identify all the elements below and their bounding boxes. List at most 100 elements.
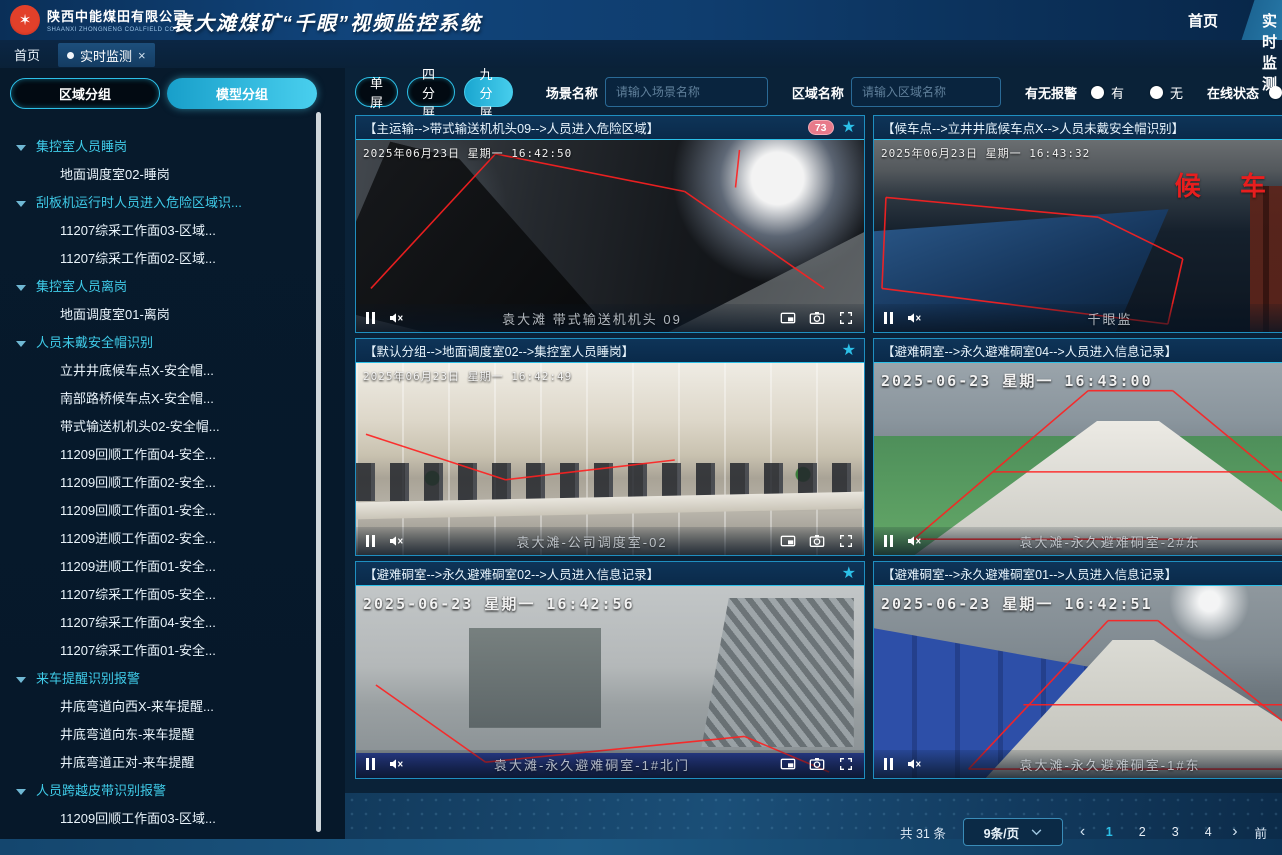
area-name-input[interactable] — [851, 77, 1001, 107]
nav-home[interactable]: 首页 — [1188, 10, 1218, 31]
main-content: 单屏四分屏九分屏 场景名称 区域名称 有无报警 有无 在线状态 【主运输-->带… — [345, 68, 1282, 855]
video-controls-bar: 袁大滩-永久避难硐室-1#北门 — [356, 750, 864, 778]
radio-circle-icon[interactable] — [1150, 86, 1163, 99]
page-number[interactable]: 2 — [1135, 825, 1149, 839]
fullscreen-icon[interactable] — [838, 310, 854, 326]
caret-down-icon — [16, 677, 26, 683]
tree-camera-item[interactable]: 南部路桥候车点X-安全帽... — [0, 385, 316, 413]
video-frame[interactable]: 2025年06月23日 星期一 16:43:32 候 车 千眼监 — [874, 140, 1282, 332]
tree-camera-item[interactable]: 11209回顺工作面04-安全... — [0, 441, 316, 469]
video-controls-bar: 千眼监 — [874, 304, 1282, 332]
pause-icon[interactable] — [366, 758, 375, 770]
page-number[interactable]: 3 — [1168, 825, 1182, 839]
company-name: 陕西中能煤田有限公司 — [47, 6, 191, 25]
tree-camera-item[interactable]: 11207综采工作面03-区域... — [0, 217, 316, 245]
tab-label: 实时监测 — [80, 46, 132, 65]
pause-icon[interactable] — [366, 312, 375, 324]
alarm-radio-option[interactable]: 无 — [1150, 83, 1183, 102]
tab-home[interactable]: 首页 — [14, 45, 40, 64]
muted-speaker-icon[interactable] — [388, 533, 404, 549]
fullscreen-icon[interactable] — [838, 533, 854, 549]
tree-camera-item[interactable]: 11207综采工作面02-区域... — [0, 245, 316, 273]
record-icon[interactable] — [780, 533, 796, 549]
screen-split-buttons: 单屏四分屏九分屏 — [355, 77, 522, 107]
muted-speaker-icon[interactable] — [388, 756, 404, 772]
scene-name-input[interactable] — [605, 77, 768, 107]
screen-split-button[interactable]: 单屏 — [355, 77, 398, 107]
page-size-select[interactable]: 9条/页 — [963, 818, 1063, 846]
screen-split-button[interactable]: 九分屏 — [464, 77, 512, 107]
tree-group-header[interactable]: 人员未戴安全帽识别 — [0, 329, 316, 357]
video-title-bar: 【默认分组-->地面调度室02-->集控室人员睡岗】 ★ — [356, 339, 864, 363]
caret-down-icon — [16, 145, 26, 151]
tree-group-header[interactable]: 来车提醒识别报警 — [0, 665, 316, 693]
tree-group-header[interactable]: 刮板机运行时人员进入危险区域识... — [0, 189, 316, 217]
tab-region-group[interactable]: 区域分组 — [10, 78, 160, 109]
pause-icon[interactable] — [884, 535, 893, 547]
video-title: 【候车点-->立井井底候车点X-->人员未戴安全帽识别】 — [882, 118, 1282, 137]
camera-osd-label: 袁大滩-永久避难硐室-2#东 — [935, 532, 1282, 551]
camera-snapshot-icon[interactable] — [809, 533, 825, 549]
video-cell: 【候车点-->立井井底候车点X-->人员未戴安全帽识别】 ★ 2025年06月2… — [873, 115, 1282, 333]
tree-camera-item[interactable]: 11209回顺工作面02-安全... — [0, 469, 316, 497]
video-frame[interactable]: 2025-06-23 星期一 16:43:00 袁大滩-永久避难硐室-2#东 — [874, 363, 1282, 555]
tab-realtime-monitor[interactable]: 实时监测 × — [58, 43, 155, 67]
favorite-star-icon[interactable]: ★ — [842, 343, 856, 359]
company-logo-icon: ✶ — [10, 5, 40, 35]
tree-camera-item[interactable]: 11209回顺工作面01-安全... — [0, 497, 316, 525]
video-timestamp: 2025-06-23 星期一 16:43:00 — [881, 370, 1153, 391]
pause-icon[interactable] — [884, 758, 893, 770]
tree-camera-item[interactable]: 11207综采工作面04-安全... — [0, 609, 316, 637]
tree-camera-item[interactable]: 11207综采工作面01-安全... — [0, 637, 316, 665]
company-block: 陕西中能煤田有限公司 SHAANXI ZHONGNENG COALFIELD C… — [47, 6, 191, 33]
pause-icon[interactable] — [366, 535, 375, 547]
fullscreen-icon[interactable] — [838, 756, 854, 772]
video-timestamp: 2025-06-23 星期一 16:42:51 — [881, 593, 1153, 614]
video-frame[interactable]: 2025-06-23 星期一 16:42:56 袁大滩-永久避难硐室-1#北门 — [356, 586, 864, 778]
video-controls-bar: 袁大滩-公司调度室-02 — [356, 527, 864, 555]
muted-speaker-icon[interactable] — [388, 310, 404, 326]
pause-icon[interactable] — [884, 312, 893, 324]
video-title: 【默认分组-->地面调度室02-->集控室人员睡岗】 — [364, 341, 834, 360]
tree-group-header[interactable]: 集控室人员离岗 — [0, 273, 316, 301]
tree-camera-item[interactable]: 井底弯道向西X-来车提醒... — [0, 693, 316, 721]
sidebar-scrollbar[interactable] — [316, 112, 321, 832]
tree-group-header[interactable]: 集控室人员睡岗 — [0, 133, 316, 161]
camera-osd-label: 袁大滩-公司调度室-02 — [417, 532, 767, 551]
page-number[interactable]: 1 — [1102, 825, 1116, 839]
alarm-radio-group: 有无 — [1091, 83, 1183, 102]
tab-close-icon[interactable]: × — [138, 48, 146, 63]
tree-camera-item[interactable]: 11209进顺工作面01-安全... — [0, 553, 316, 581]
next-page-button[interactable]: › — [1232, 823, 1237, 841]
tree-camera-item[interactable]: 11209回顺工作面03-区域... — [0, 805, 316, 833]
tree-camera-item[interactable]: 立井井底候车点X-安全帽... — [0, 357, 316, 385]
muted-speaker-icon[interactable] — [906, 756, 922, 772]
record-icon[interactable] — [780, 756, 796, 772]
tree-camera-item[interactable]: 井底弯道向东-来车提醒 — [0, 721, 316, 749]
muted-speaker-icon[interactable] — [906, 310, 922, 326]
tree-camera-item[interactable]: 地面调度室02-睡岗 — [0, 161, 316, 189]
nav-realtime-monitor[interactable]: 实时监测 — [1262, 10, 1282, 94]
page-number[interactable]: 4 — [1201, 825, 1215, 839]
tree-camera-item[interactable]: 11209进顺工作面02-安全... — [0, 525, 316, 553]
tree-camera-item[interactable]: 井底弯道正对-来车提醒 — [0, 749, 316, 777]
video-frame[interactable]: 2025年06月23日 星期一 16:42:49 袁大滩-公司调度室-02 — [356, 363, 864, 555]
prev-page-button[interactable]: ‹ — [1080, 823, 1085, 841]
favorite-star-icon[interactable]: ★ — [842, 120, 856, 136]
alarm-count-badge: 73 — [808, 120, 834, 135]
video-frame[interactable]: 2025-06-23 星期一 16:42:51 袁大滩-永久避难硐室-1#东 — [874, 586, 1282, 778]
screen-split-button[interactable]: 四分屏 — [407, 77, 455, 107]
favorite-star-icon[interactable]: ★ — [842, 566, 856, 582]
tree-camera-item[interactable]: 11207综采工作面05-安全... — [0, 581, 316, 609]
tree-group-header[interactable]: 人员跨越皮带识别报警 — [0, 777, 316, 805]
camera-snapshot-icon[interactable] — [809, 310, 825, 326]
video-frame[interactable]: 2025年06月23日 星期一 16:42:50 袁大滩 带式输送机机头 09 — [356, 140, 864, 332]
radio-circle-icon[interactable] — [1091, 86, 1104, 99]
muted-speaker-icon[interactable] — [906, 533, 922, 549]
camera-snapshot-icon[interactable] — [809, 756, 825, 772]
tree-camera-item[interactable]: 带式输送机机头02-安全帽... — [0, 413, 316, 441]
alarm-radio-option[interactable]: 有 — [1091, 83, 1124, 102]
record-icon[interactable] — [780, 310, 796, 326]
tree-camera-item[interactable]: 地面调度室01-离岗 — [0, 301, 316, 329]
tab-model-group[interactable]: 模型分组 — [167, 78, 317, 109]
